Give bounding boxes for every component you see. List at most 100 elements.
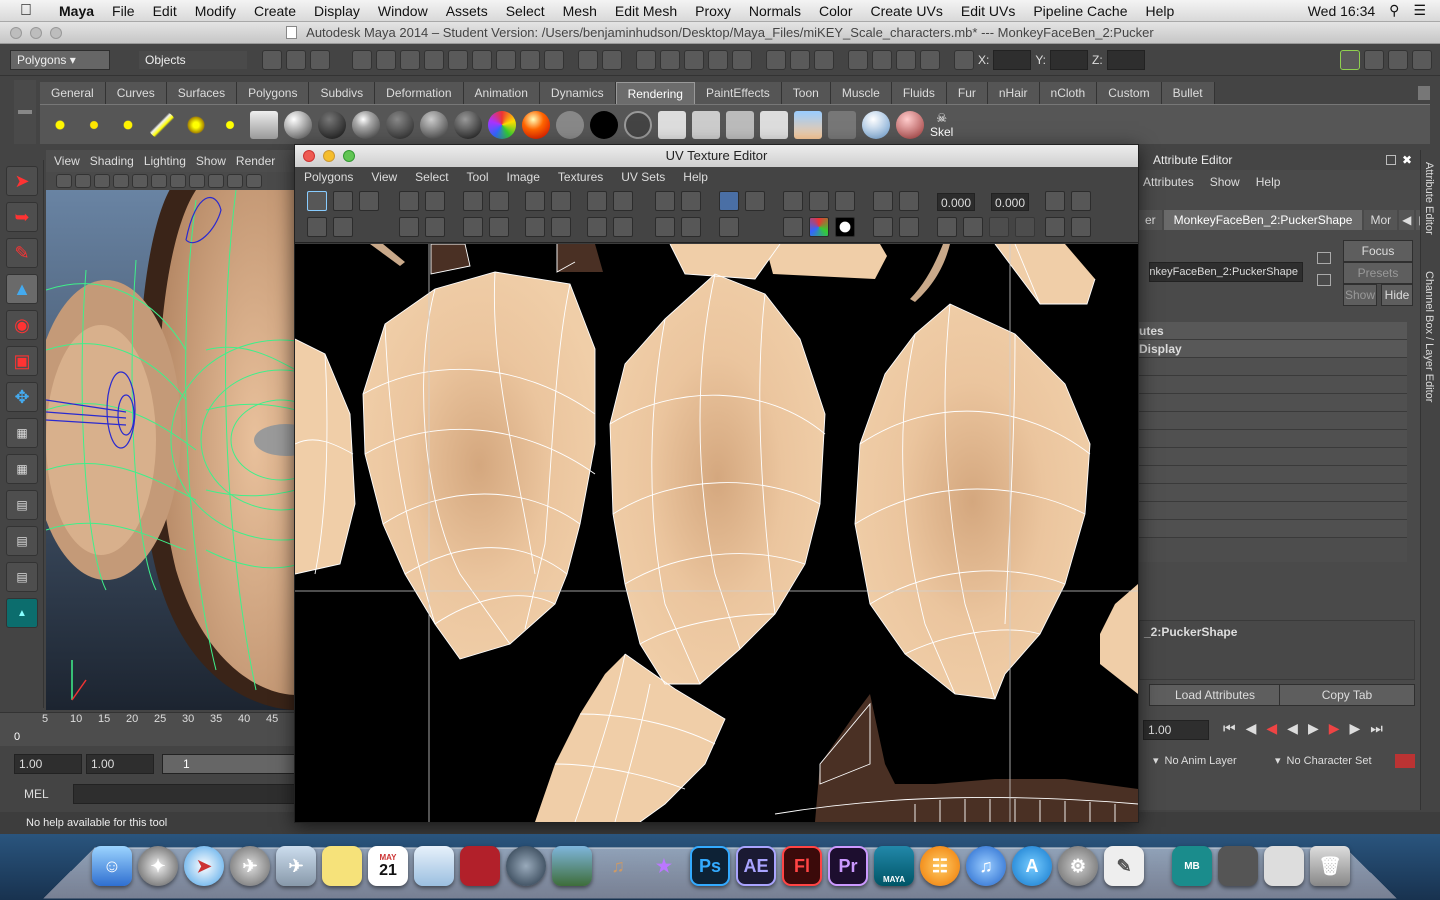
- select-shell-border-icon[interactable]: [681, 191, 701, 211]
- y-field[interactable]: [1050, 49, 1089, 70]
- presets-button[interactable]: Presets: [1343, 262, 1413, 284]
- grid-display-icon[interactable]: [783, 191, 803, 211]
- clock[interactable]: Wed 16:34: [1308, 3, 1375, 19]
- select-component-icon[interactable]: [310, 49, 330, 70]
- image-range-icon[interactable]: [719, 217, 739, 237]
- shelf-tab-animation[interactable]: Animation: [463, 82, 540, 104]
- shelf-tab-nhair[interactable]: nHair: [987, 82, 1040, 104]
- render-current-frame-icon[interactable]: [872, 49, 892, 70]
- snap-curve-icon[interactable]: [660, 49, 680, 70]
- rocket-icon[interactable]: ✈: [230, 846, 270, 886]
- area-light-icon[interactable]: [182, 110, 210, 139]
- render-view-icon[interactable]: [848, 49, 868, 70]
- app-store-icon[interactable]: A: [1012, 846, 1052, 886]
- scale-tool-icon[interactable]: ▣: [6, 346, 38, 376]
- shelf-tab-toon[interactable]: Toon: [781, 82, 831, 104]
- attribute-row[interactable]: [1139, 394, 1407, 412]
- uv-menu-uv-sets[interactable]: UV Sets: [612, 170, 674, 184]
- uv-menu-image[interactable]: Image: [498, 170, 549, 184]
- anim-layer-dropdown[interactable]: ▾ No Anim Layer: [1153, 754, 1237, 768]
- launchpad-icon[interactable]: ✦: [138, 846, 178, 886]
- iphoto-icon[interactable]: [552, 846, 592, 886]
- output-ops-icon[interactable]: [790, 49, 810, 70]
- phongE-material-icon[interactable]: [386, 110, 414, 139]
- camera-attributes-icon[interactable]: [75, 174, 91, 188]
- selection-mode-dropdown[interactable]: Objects: [138, 49, 248, 70]
- blinn-material-icon[interactable]: [318, 110, 346, 139]
- mel-label[interactable]: MEL: [0, 787, 73, 801]
- align-max-v-icon[interactable]: [613, 217, 633, 237]
- paint-select-tool-icon[interactable]: ✎: [6, 238, 38, 268]
- surface-shader-icon[interactable]: [454, 110, 482, 139]
- uv-select-shell-icon[interactable]: [333, 217, 353, 237]
- uv-snapshot-icon[interactable]: [873, 217, 893, 237]
- menu-help[interactable]: Help: [1137, 3, 1184, 19]
- uv-menu-help[interactable]: Help: [674, 170, 717, 184]
- sew-uv-edges-icon[interactable]: [463, 217, 483, 237]
- go-to-end-icon[interactable]: ⏭: [1370, 720, 1383, 737]
- garageband-icon[interactable]: ♫: [598, 846, 638, 886]
- construction-history-icon[interactable]: [814, 49, 834, 70]
- uv-close-icon[interactable]: [303, 150, 315, 162]
- paste-u-icon[interactable]: [989, 217, 1009, 237]
- batch-render-icon[interactable]: [828, 110, 856, 139]
- shelf-tab-deformation[interactable]: Deformation: [375, 82, 464, 104]
- snap-view-plane-icon[interactable]: [708, 49, 728, 70]
- apple-icon[interactable]: : [20, 2, 42, 20]
- auto-key-icon[interactable]: [1395, 754, 1415, 768]
- mel-input[interactable]: [72, 784, 309, 804]
- four-pane-layout-icon[interactable]: ▦: [6, 454, 38, 484]
- ae-export-icon[interactable]: [1218, 846, 1258, 886]
- ae-menu-show[interactable]: Show: [1210, 175, 1240, 189]
- pixel-snap-icon[interactable]: [809, 191, 829, 211]
- attribute-row[interactable]: [1139, 448, 1407, 466]
- point-light-icon[interactable]: [114, 110, 142, 139]
- menu-edit[interactable]: Edit: [144, 3, 186, 19]
- imovie-icon[interactable]: ★: [644, 846, 684, 886]
- manipulator-tool-icon[interactable]: ✥: [6, 382, 38, 412]
- render-settings-shelf-icon[interactable]: [760, 110, 788, 139]
- dim-image-icon[interactable]: [835, 191, 855, 211]
- transform-uv-values-icon[interactable]: [1071, 191, 1091, 211]
- attribute-row[interactable]: [1139, 376, 1407, 394]
- shelf-tab-general[interactable]: General: [40, 82, 106, 104]
- lock-selection-icon[interactable]: [578, 49, 598, 70]
- outliner-layout-icon[interactable]: ▤: [6, 490, 38, 520]
- align-max-u-icon[interactable]: [613, 191, 633, 211]
- select-hierarchy-icon[interactable]: [262, 49, 282, 70]
- close-window-icon[interactable]: [10, 27, 22, 39]
- end-time-field[interactable]: 1.00: [1143, 720, 1209, 740]
- attribute-row[interactable]: [1139, 484, 1407, 502]
- hypershade-layout-icon[interactable]: ▤: [6, 562, 38, 592]
- attribute-row[interactable]: [1139, 520, 1407, 538]
- shelf-tab-polygons[interactable]: Polygons: [237, 82, 310, 104]
- hypershade-icon[interactable]: [794, 110, 822, 139]
- viewport-menu-view[interactable]: View: [54, 154, 80, 168]
- trash-icon[interactable]: 🗑: [1310, 846, 1350, 886]
- textedit-icon[interactable]: ✎: [1104, 846, 1144, 886]
- menu-normals[interactable]: Normals: [740, 3, 810, 19]
- uv-smudge-tool-icon[interactable]: [359, 191, 379, 211]
- select-curves-icon[interactable]: [424, 49, 444, 70]
- psd-network-icon[interactable]: [899, 191, 919, 211]
- menu-pipeline-cache[interactable]: Pipeline Cache: [1024, 3, 1136, 19]
- rgb-channel-icon[interactable]: [809, 217, 829, 237]
- shelf-tab-dynamics[interactable]: Dynamics: [539, 82, 616, 104]
- mail-icon[interactable]: [414, 846, 454, 886]
- channel-box-toggle-icon[interactable]: [1412, 49, 1432, 70]
- grid-uvs-icon[interactable]: [551, 191, 571, 211]
- unfold-uvs-icon[interactable]: [525, 217, 545, 237]
- attribute-row[interactable]: [1139, 430, 1407, 448]
- viewport-menu-shading[interactable]: Shading: [90, 154, 134, 168]
- close-panel-icon[interactable]: ✖: [1402, 153, 1412, 167]
- black-shader-icon[interactable]: [590, 110, 618, 139]
- snap-grid-icon[interactable]: [636, 49, 656, 70]
- ambient-light-icon[interactable]: [46, 110, 74, 139]
- output-connection-icon[interactable]: [1317, 274, 1331, 286]
- env-sphere-icon[interactable]: [862, 110, 890, 139]
- uv-menu-polygons[interactable]: Polygons: [295, 170, 362, 184]
- step-forward-key-icon[interactable]: ▶: [1350, 720, 1361, 737]
- section-attributes[interactable]: utes: [1139, 322, 1407, 340]
- shelf-tab-curves[interactable]: Curves: [105, 82, 167, 104]
- photo-booth-icon[interactable]: [460, 846, 500, 886]
